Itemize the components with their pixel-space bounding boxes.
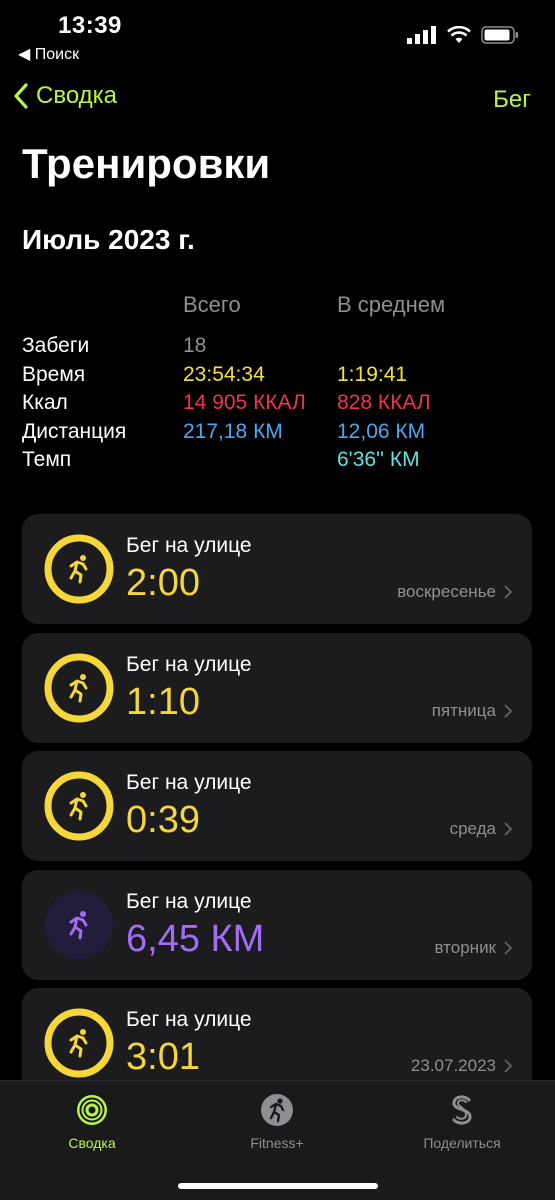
chevron-right-icon	[504, 585, 512, 599]
status-time: 13:39	[58, 12, 122, 39]
activity-ring-icon	[44, 653, 114, 722]
stats-total: 23:54:34	[183, 362, 265, 386]
stats-row-runs: Забеги 18	[22, 334, 542, 363]
workout-date-label: пятница	[431, 700, 496, 720]
stats-average: 828 ККАЛ	[337, 391, 431, 414]
workout-date: среда	[450, 819, 512, 839]
activity-ring-icon	[44, 1008, 114, 1078]
stats-average: 6'36'' КМ	[337, 448, 420, 471]
back-button-label: Сводка	[36, 82, 118, 109]
chevron-right-icon	[504, 940, 512, 955]
stats-row-distance: Дистанция 217,18 КМ 12,06 КМ	[22, 420, 542, 449]
workout-title: Бег на улице	[126, 1008, 252, 1031]
navigation-bar: Сводка Бег	[0, 80, 555, 120]
workout-card[interactable]: Бег на улице 6,45 КМ вторник	[22, 869, 532, 980]
status-icons	[407, 26, 519, 44]
home-indicator[interactable]	[178, 1183, 378, 1189]
workout-date-label: воскресенье	[397, 582, 496, 601]
activity-rings-icon	[77, 1095, 107, 1125]
wifi-icon	[447, 26, 471, 43]
tab-fitness-plus[interactable]: Fitness+	[202, 1093, 352, 1151]
tab-label: Сводка	[68, 1135, 116, 1151]
monthly-stats: Всего В среднем Забеги 18 Время 23:54:34…	[22, 292, 542, 477]
workout-card[interactable]: Бег на улице 1:10 пятница	[22, 632, 532, 743]
tab-sharing[interactable]: Поделиться	[387, 1093, 537, 1151]
stats-label: Ккал	[22, 391, 68, 414]
stats-label: Темп	[22, 448, 72, 471]
workout-date-label: 23.07.2023	[410, 1056, 496, 1075]
fitness-plus-icon	[261, 1094, 293, 1126]
workout-value: 1:10	[126, 680, 200, 723]
month-title: Июль 2023 г.	[22, 224, 195, 255]
workout-value: 0:39	[126, 799, 200, 841]
workout-title: Бег на улице	[126, 534, 252, 557]
workout-value: 3:01	[126, 1036, 200, 1078]
tab-summary[interactable]: Сводка	[17, 1093, 167, 1151]
workout-date: пятница	[432, 701, 512, 721]
workout-card[interactable]: Бег на улице 0:39 среда	[22, 751, 532, 861]
activity-ring-icon	[44, 534, 114, 604]
workout-title: Бег на улице	[126, 652, 252, 676]
stats-row-kcal: Ккал 14 905 ККАЛ 828 ККАЛ	[22, 391, 542, 420]
status-bar: 13:39 ◀ Поиск	[0, 0, 555, 70]
stats-row-time: Время 23:54:34 1:19:41	[22, 363, 542, 392]
chevron-right-icon	[504, 822, 512, 836]
battery-icon	[481, 26, 518, 44]
chevron-left-icon	[14, 83, 28, 109]
back-button[interactable]: Сводка	[12, 82, 117, 110]
stats-label: Время	[22, 362, 86, 386]
stats-average: 12,06 КМ	[337, 419, 426, 443]
cellular-signal-icon	[407, 26, 436, 44]
activity-ring-icon	[45, 890, 113, 959]
back-to-app-link[interactable]: ◀ Поиск	[18, 44, 79, 64]
sharing-icon	[452, 1095, 472, 1125]
workout-card[interactable]: Бег на улице 2:00 воскресенье	[22, 514, 532, 624]
stats-header-average: В среднем	[337, 292, 446, 317]
page-title: Тренировки	[22, 140, 271, 187]
activity-ring-icon	[44, 771, 114, 841]
stats-total: 18	[183, 334, 207, 357]
stats-label: Дистанция	[22, 419, 127, 443]
workout-list: Бег на улице 2:00 воскресенье Бег на ули…	[22, 514, 532, 1107]
stats-row-pace: Темп 6'36'' КМ	[22, 448, 542, 477]
stats-label: Забеги	[22, 334, 90, 357]
workout-title: Бег на улице	[126, 771, 252, 794]
stats-header: Всего В среднем	[22, 292, 542, 334]
chevron-right-icon	[504, 703, 512, 718]
tab-bar: Сводка Fitness+ Поделиться	[0, 1080, 555, 1200]
stats-average: 1:19:41	[337, 362, 408, 386]
stats-header-total: Всего	[183, 292, 241, 317]
workout-date: вторник	[435, 938, 512, 958]
workout-value: 6,45 КМ	[126, 917, 265, 960]
tab-label: Поделиться	[423, 1135, 501, 1151]
filter-running-button[interactable]: Бег	[493, 86, 531, 114]
tab-label: Fitness+	[250, 1135, 304, 1151]
workout-date-label: среда	[449, 819, 496, 838]
stats-total: 14 905 ККАЛ	[183, 391, 306, 414]
workout-date: 23.07.2023	[411, 1056, 512, 1076]
workout-date: воскресенье	[397, 582, 512, 602]
workout-title: Бег на улице	[126, 889, 252, 913]
workout-value: 2:00	[126, 562, 200, 604]
workout-date-label: вторник	[434, 937, 496, 957]
chevron-right-icon	[504, 1059, 512, 1073]
stats-total: 217,18 КМ	[183, 419, 283, 443]
